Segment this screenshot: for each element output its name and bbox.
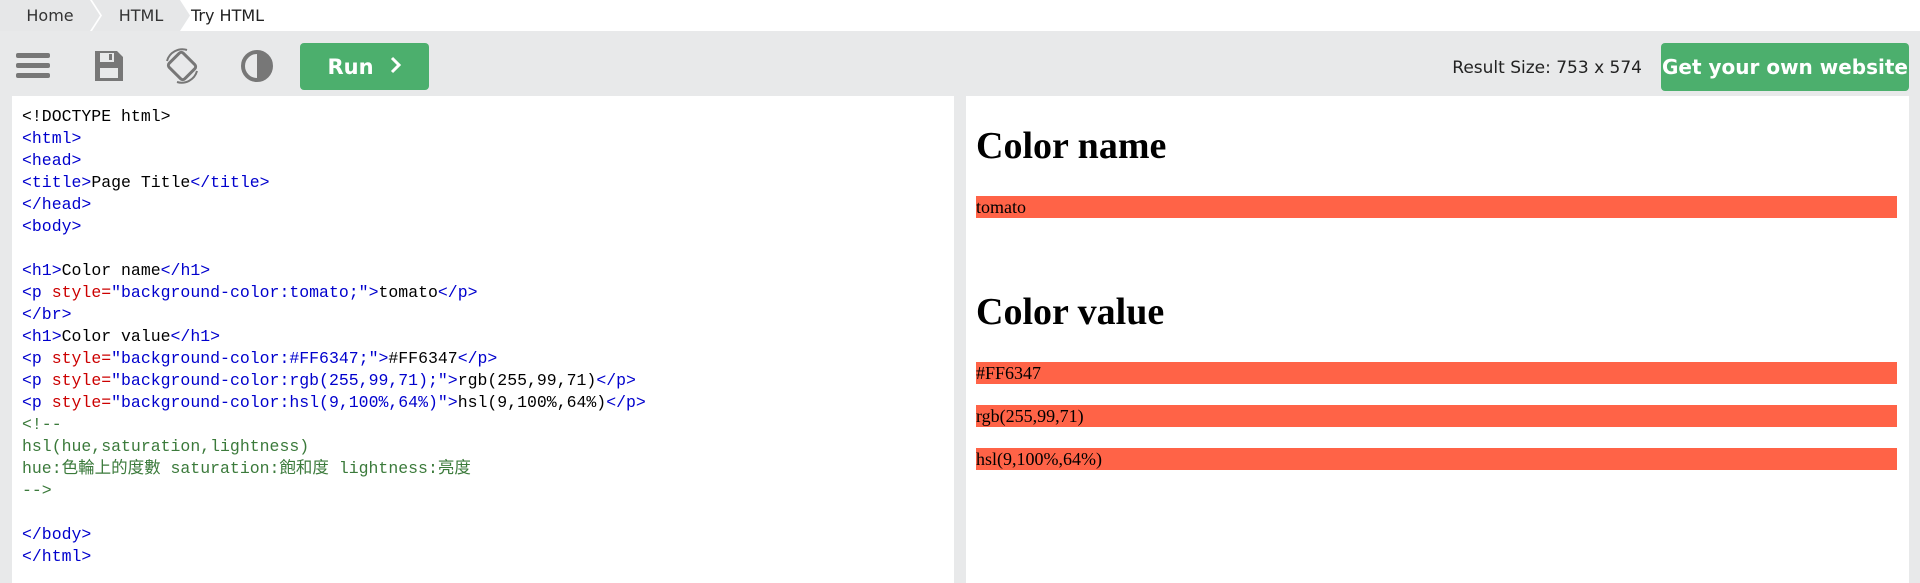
code-token: > — [378, 349, 389, 368]
code-token: </p> — [606, 393, 646, 412]
code-line: <body> — [22, 217, 82, 236]
breadcrumb-current: Try HTML — [191, 6, 265, 25]
code-line: <html> — [22, 129, 82, 148]
code-token: <h1> — [22, 261, 62, 280]
code-token: "background-color:tomato;" — [111, 283, 369, 302]
result-heading-color-value: Color value — [976, 291, 1165, 333]
code-token: Color value — [61, 327, 171, 346]
breadcrumb-home[interactable]: Home — [0, 0, 100, 31]
code-token: hsl(9,100%,64%) — [457, 393, 607, 412]
code-line: hsl(hue,saturation,lightness) — [22, 437, 310, 456]
code-token: <p — [22, 349, 42, 368]
code-token: </h1> — [170, 327, 221, 346]
result-heading-color-name: Color name — [976, 125, 1167, 167]
code-token: <p — [22, 393, 42, 412]
result-paragraph-tomato: tomato — [976, 196, 1897, 218]
contrast-icon[interactable] — [238, 47, 276, 85]
code-line: <head> — [22, 151, 82, 170]
code-token: "background-color:hsl(9,100%,64%)" — [111, 393, 448, 412]
code-line: </br> — [22, 305, 72, 324]
breadcrumb-html[interactable]: HTML — [92, 0, 190, 31]
code-token: > — [447, 393, 458, 412]
run-label: Run — [327, 54, 374, 79]
get-website-button[interactable]: Get your own website — [1661, 43, 1909, 91]
code-token: "background-color:rgb(255,99,71);" — [111, 371, 448, 390]
code-token: <p — [22, 371, 42, 390]
pane-divider[interactable] — [954, 96, 966, 583]
code-line: </head> — [22, 195, 92, 214]
chevron-right-icon — [390, 55, 402, 79]
code-line: <!-- — [22, 415, 62, 434]
code-token: <h1> — [22, 327, 62, 346]
code-token: <title> — [22, 173, 92, 192]
code-line: --> — [22, 481, 52, 500]
code-token: <p — [22, 283, 42, 302]
code-token: </title> — [190, 173, 270, 192]
code-token: </h1> — [160, 261, 211, 280]
result-pane: Color name tomato Color value #FF6347 rg… — [966, 96, 1909, 583]
code-token: Page Title — [91, 173, 191, 192]
code-line: </html> — [22, 547, 92, 566]
breadcrumb: Home HTML Try HTML — [0, 0, 1920, 31]
code-token: Color name — [61, 261, 161, 280]
code-token: </p> — [457, 349, 498, 368]
code-token: style= — [41, 393, 112, 412]
code-token: </p> — [596, 371, 636, 390]
code-token: > — [368, 283, 379, 302]
result-paragraph-hex: #FF6347 — [976, 362, 1897, 384]
result-paragraph-rgb: rgb(255,99,71) — [976, 405, 1897, 427]
code-token: </p> — [437, 283, 478, 302]
code-token: "background-color:#FF6347;" — [111, 349, 379, 368]
result-size: Result Size: 753 x 574 — [1452, 58, 1642, 78]
code-token: #FF6347 — [388, 349, 458, 368]
code-token: tomato — [378, 283, 438, 302]
result-paragraph-hsl: hsl(9,100%,64%) — [976, 448, 1897, 470]
rotate-icon[interactable] — [163, 47, 201, 85]
code-editor[interactable]: <!DOCTYPE html> <html> <head> <title>Pag… — [12, 96, 954, 583]
code-token: rgb(255,99,71) — [457, 371, 597, 390]
menu-icon[interactable] — [14, 47, 52, 85]
code-text[interactable]: <!DOCTYPE html> <html> <head> <title>Pag… — [22, 106, 646, 568]
save-icon[interactable] — [89, 47, 127, 85]
code-line: hue:色輪上的度數 saturation:飽和度 lightness:亮度 — [22, 459, 471, 478]
code-token: style= — [41, 371, 112, 390]
code-line: </body> — [22, 525, 92, 544]
code-line: <!DOCTYPE html> — [22, 107, 171, 126]
code-token: > — [447, 371, 458, 390]
code-token: style= — [41, 283, 112, 302]
code-token: style= — [41, 349, 112, 368]
run-button[interactable]: Run — [300, 43, 429, 90]
